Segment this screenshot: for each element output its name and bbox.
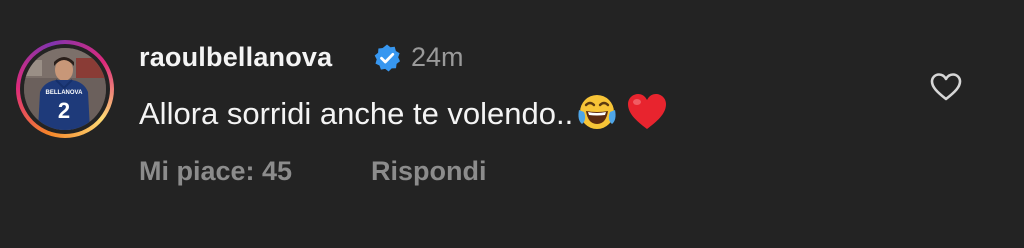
heart-outline-icon[interactable] (929, 70, 963, 104)
red-heart-icon (628, 94, 667, 129)
comment-body: Allora sorridi anche te volendo.. (139, 96, 574, 131)
likes-count[interactable]: Mi piace: 45 (139, 154, 292, 188)
comment-item: BELLANOVA 2 raoulbellanova 24m Allora so… (0, 0, 1024, 248)
avatar-image: BELLANOVA 2 (24, 48, 106, 130)
face-with-tears-of-joy-icon (578, 95, 616, 129)
jersey-name: BELLANOVA (46, 90, 84, 96)
avatar[interactable]: BELLANOVA 2 (24, 48, 106, 130)
jersey-number: 2 (58, 98, 70, 123)
username[interactable]: raoulbellanova (139, 40, 332, 74)
reply-button[interactable]: Rispondi (371, 154, 487, 188)
comment-text: Allora sorridi anche te volendo.. (139, 90, 669, 134)
story-ring[interactable]: BELLANOVA 2 (16, 40, 114, 138)
verified-badge-icon (374, 44, 400, 72)
comment-time: 24m (411, 42, 464, 72)
